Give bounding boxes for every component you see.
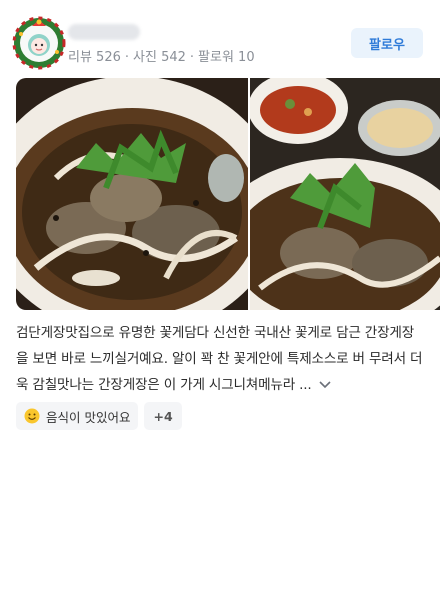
stats-separator: ·: [124, 50, 130, 65]
review-photo-carousel[interactable]: [16, 78, 440, 310]
review-tags: 음식이 맛있어요 +4: [16, 402, 182, 430]
follow-button[interactable]: 팔로우: [351, 28, 423, 58]
more-tags-button[interactable]: +4: [144, 402, 182, 430]
review-photo[interactable]: [250, 78, 440, 310]
crab-dish-photo-image: [16, 78, 248, 310]
crab-table-photo-image: [250, 78, 440, 310]
user-stats: 리뷰 526 · 사진 542 · 팔로워 10: [68, 46, 255, 65]
photo-count: 사진 542: [133, 50, 186, 65]
review-text: 검단게장맛집으로 유명한 꽃게담다 신선한 국내산 꽃게로 담근 간장게장을 보…: [16, 325, 423, 393]
review-header: 리뷰 526 · 사진 542 · 팔로워 10 팔로우: [0, 0, 440, 78]
review-tag[interactable]: 음식이 맛있어요: [16, 402, 139, 430]
review-body[interactable]: 검단게장맛집으로 유명한 꽃게담다 신선한 국내산 꽃게로 담근 간장게장을 보…: [16, 320, 426, 398]
review-photo[interactable]: [16, 78, 248, 310]
blurred-username: [68, 24, 140, 40]
review-tag-label: 음식이 맛있어요: [46, 409, 131, 425]
follower-count: 팔로워 10: [198, 50, 255, 65]
profile-avatar-icon[interactable]: [12, 16, 66, 70]
chevron-down-icon[interactable]: [318, 380, 332, 390]
review-count: 리뷰 526: [68, 50, 121, 65]
smile-emoji-icon: [24, 408, 40, 424]
stats-separator: ·: [189, 50, 195, 65]
